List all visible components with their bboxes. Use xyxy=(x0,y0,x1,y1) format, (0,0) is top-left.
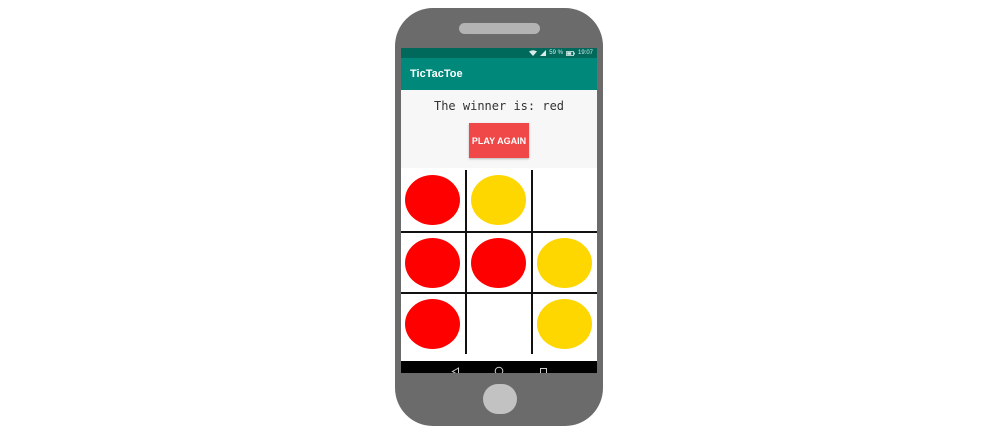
board-cell-r1c2[interactable] xyxy=(467,170,531,231)
game-header: The winner is: red PLAY AGAIN xyxy=(401,90,597,168)
recents-square-icon[interactable] xyxy=(532,361,554,373)
back-triangle-icon[interactable] xyxy=(444,361,466,373)
board-cell-r1c3[interactable] xyxy=(533,170,597,231)
battery-icon xyxy=(566,50,575,56)
play-again-button[interactable]: PLAY AGAIN xyxy=(469,123,529,158)
phone-screen: 59 % 19:07 TicTacToe The winner is: red … xyxy=(401,48,597,373)
game-board xyxy=(401,170,597,354)
board-cell-r2c1[interactable] xyxy=(401,233,465,294)
board-cell-r3c2[interactable] xyxy=(467,294,531,355)
winner-text: The winner is: red xyxy=(433,99,565,113)
board-cell-r1c1[interactable] xyxy=(401,170,465,231)
red-piece xyxy=(405,175,460,225)
board-cell-r2c2[interactable] xyxy=(467,233,531,294)
red-piece xyxy=(405,238,460,288)
red-piece xyxy=(471,238,526,288)
signal-icon xyxy=(540,50,547,56)
phone-home-button[interactable] xyxy=(483,384,517,414)
red-piece xyxy=(405,299,460,349)
navigation-bar xyxy=(401,361,597,373)
app-title: TicTacToe xyxy=(410,68,463,80)
yellow-piece xyxy=(471,175,526,225)
yellow-piece xyxy=(537,238,592,288)
phone-frame: 59 % 19:07 TicTacToe The winner is: red … xyxy=(395,8,603,426)
stage: 59 % 19:07 TicTacToe The winner is: red … xyxy=(0,0,1000,436)
speaker-grille xyxy=(459,23,540,34)
wifi-icon xyxy=(529,50,538,56)
battery-percent: 59 % xyxy=(549,50,563,56)
home-circle-icon[interactable] xyxy=(488,361,510,373)
yellow-piece xyxy=(537,299,592,349)
status-time: 19:07 xyxy=(577,50,593,56)
board-cell-r3c3[interactable] xyxy=(533,294,597,355)
status-bar: 59 % 19:07 xyxy=(401,48,597,58)
app-bar: TicTacToe xyxy=(401,58,597,90)
board-cell-r2c3[interactable] xyxy=(533,233,597,294)
board-cell-r3c1[interactable] xyxy=(401,294,465,355)
